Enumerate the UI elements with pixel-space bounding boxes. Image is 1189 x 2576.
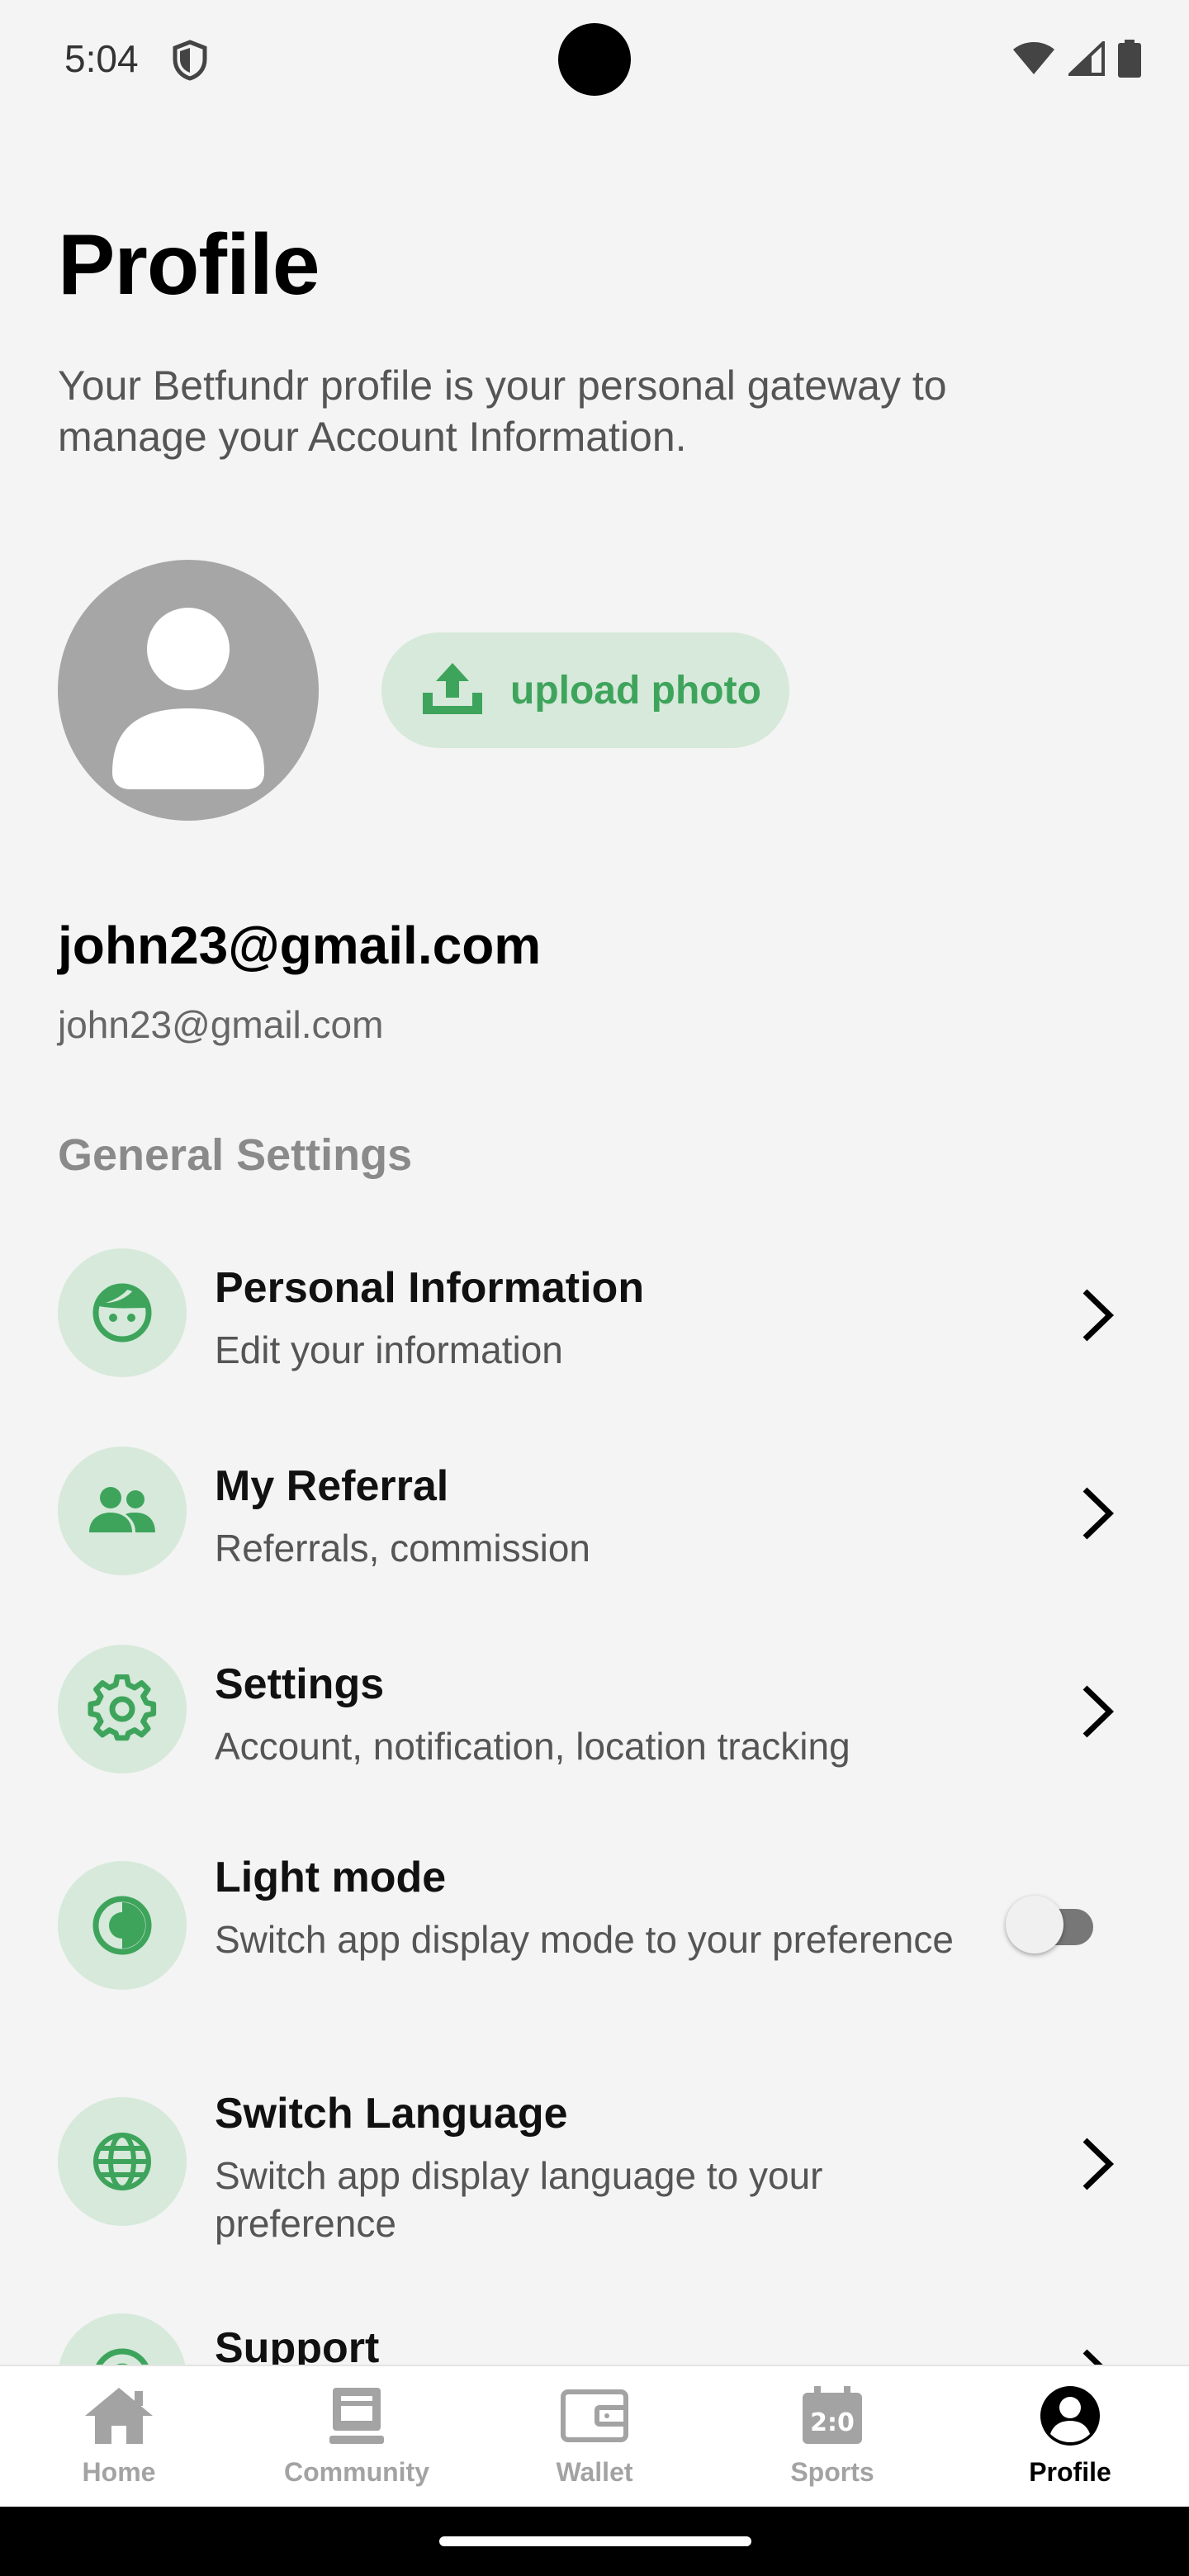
nav-item-community[interactable]: Community — [238, 2366, 476, 2507]
home-gesture-handle[interactable] — [439, 2536, 751, 2546]
status-bar: 5:04 — [0, 0, 1189, 116]
setting-title: My Referral — [215, 1462, 449, 1510]
setting-item-settings[interactable]: Settings Account, notification, location… — [0, 1635, 1189, 1800]
section-title-general-settings: General Settings — [58, 1130, 413, 1180]
face-icon — [58, 1248, 187, 1377]
setting-subtitle: Switch app display language to your pref… — [215, 2154, 823, 2245]
nav-item-home[interactable]: Home — [0, 2366, 238, 2507]
light-mode-toggle[interactable] — [1006, 1894, 1100, 1955]
front-camera — [558, 23, 631, 96]
user-email: john23@gmail.com — [58, 1003, 384, 1046]
chevron-right-icon — [1082, 2349, 1103, 2365]
scoreboard-icon: 2:0 — [795, 2383, 869, 2449]
shield-icon — [172, 40, 208, 81]
contrast-icon — [58, 1861, 187, 1990]
nav-item-profile[interactable]: Profile — [951, 2366, 1189, 2507]
setting-title: Light mode — [215, 1854, 447, 1901]
battery-icon — [1118, 40, 1141, 82]
people-icon — [58, 1447, 187, 1575]
upload-icon — [421, 661, 484, 720]
person-icon — [112, 608, 264, 789]
page-title: Profile — [58, 217, 320, 313]
setting-title: Personal Information — [215, 1264, 645, 1312]
community-icon — [320, 2383, 394, 2449]
setting-item-personal-information[interactable]: Personal Information Edit your informati… — [0, 1238, 1189, 1404]
wifi-icon — [1012, 41, 1055, 80]
setting-subtitle: Account, notification, location tracking — [215, 1725, 850, 1768]
gear-icon — [58, 1645, 187, 1773]
profile-icon — [1033, 2383, 1107, 2449]
nav-label: Community — [284, 2457, 429, 2487]
nav-item-wallet[interactable]: Wallet — [476, 2366, 713, 2507]
gesture-bar — [0, 2507, 1189, 2576]
upload-photo-button[interactable]: upload photo — [381, 632, 789, 748]
setting-subtitle: Edit your information — [215, 1328, 563, 1371]
setting-subtitle: Switch app display mode to your preferen… — [215, 1918, 954, 1961]
home-icon — [82, 2383, 156, 2449]
upload-photo-label: upload photo — [510, 668, 761, 713]
globe-icon — [58, 2097, 187, 2226]
avatar[interactable] — [58, 560, 319, 821]
nav-item-sports[interactable]: 2:0 Sports — [713, 2366, 951, 2507]
chevron-right-icon — [1082, 2138, 1115, 2190]
chevron-right-icon — [1082, 1289, 1115, 1342]
status-icons — [1012, 39, 1141, 82]
nav-label: Sports — [790, 2457, 874, 2487]
nav-label: Home — [82, 2457, 156, 2487]
settings-list: Personal Information Edit your informati… — [0, 1238, 1189, 2365]
setting-title: Support — [215, 2324, 380, 2365]
setting-title: Switch Language — [215, 2090, 568, 2138]
signal-icon — [1065, 39, 1105, 80]
user-name: john23@gmail.com — [58, 916, 542, 975]
wallet-icon — [557, 2383, 632, 2449]
page-description: Your Betfundr profile is your personal g… — [58, 362, 947, 460]
nav-label: Profile — [1029, 2457, 1111, 2487]
setting-title: Settings — [215, 1660, 385, 1708]
setting-item-support[interactable]: Support — [0, 2313, 1189, 2365]
chevron-right-icon — [1082, 1685, 1115, 1738]
nav-label: Wallet — [556, 2457, 633, 2487]
status-time: 5:04 — [64, 37, 139, 80]
chevron-right-icon — [1082, 1487, 1115, 1540]
setting-item-my-referral[interactable]: My Referral Referrals, commission — [0, 1437, 1189, 1602]
svg-text:2:0: 2:0 — [810, 2408, 855, 2437]
toggle-thumb — [1006, 1896, 1063, 1953]
setting-subtitle: Referrals, commission — [215, 1527, 590, 1570]
support-icon — [58, 2313, 187, 2365]
setting-item-light-mode[interactable]: Light mode Switch app display mode to yo… — [0, 1833, 1189, 2048]
setting-item-switch-language[interactable]: Switch Language Switch app display langu… — [0, 2069, 1189, 2284]
bottom-nav: Home Community Wallet 2:0 Sports Profile — [0, 2365, 1189, 2507]
